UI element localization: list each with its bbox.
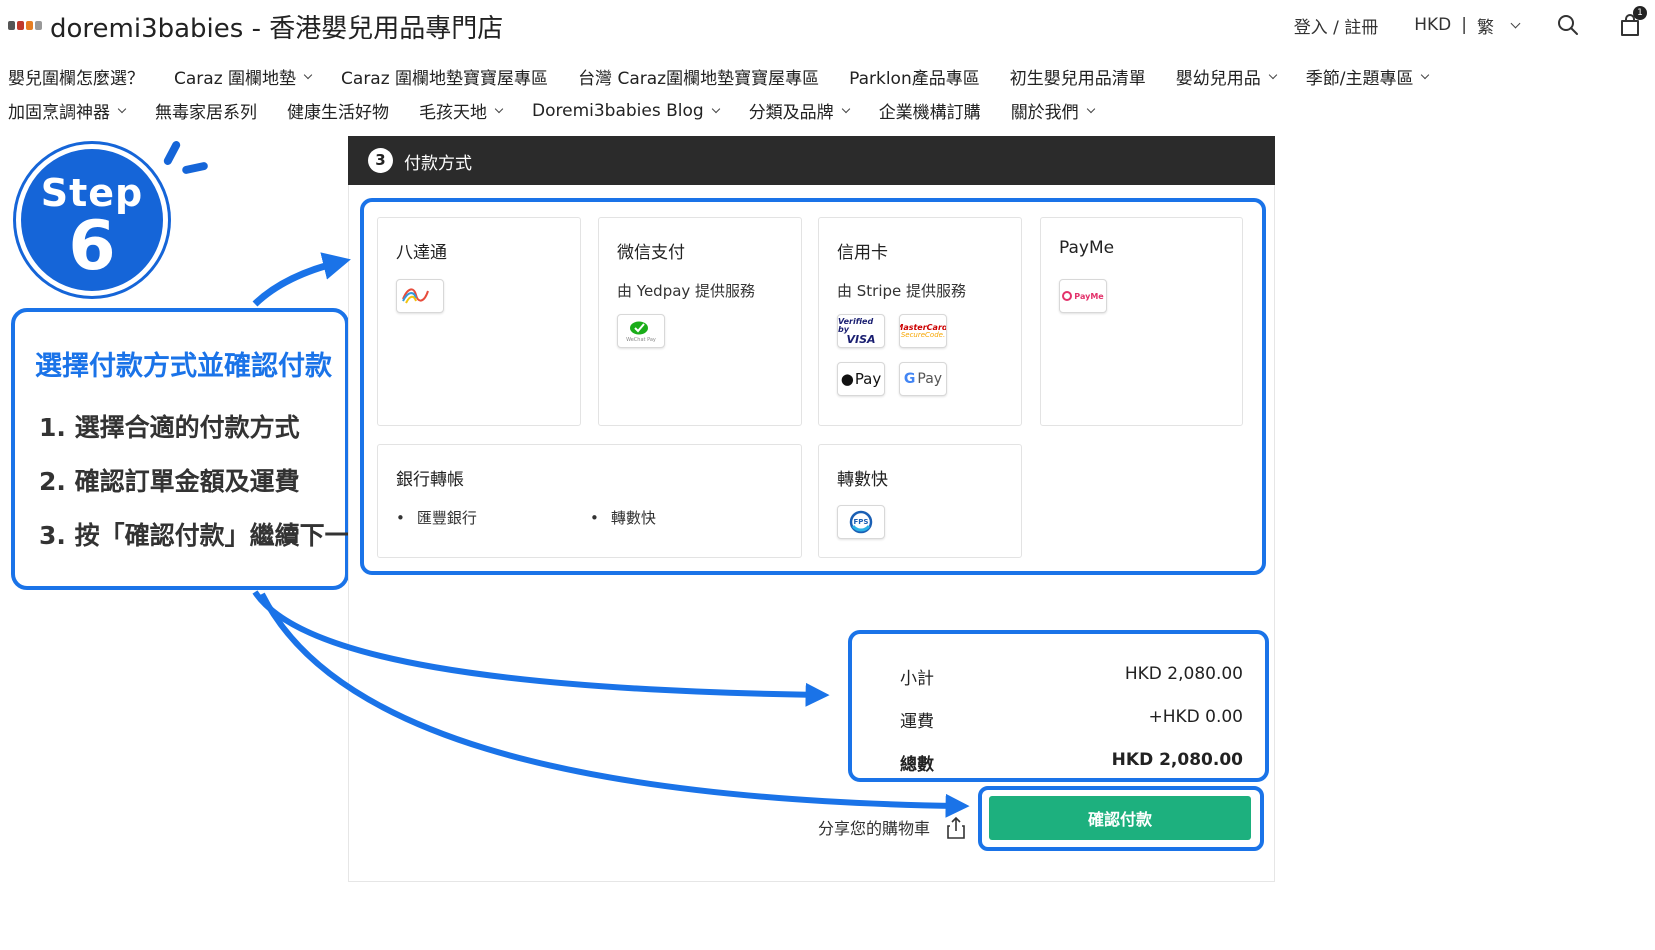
nav-item-label: 毛孩天地 bbox=[419, 103, 487, 123]
currency-label: HKD bbox=[1414, 15, 1452, 35]
nav-item[interactable]: 無毒家居系列 bbox=[155, 98, 257, 123]
nav-item-label: 加固烹調神器 bbox=[8, 103, 110, 123]
language-label: 繁 bbox=[1477, 17, 1494, 38]
chevron-down-icon bbox=[1268, 70, 1277, 80]
arrow-to-payment-methods bbox=[252, 252, 351, 307]
nav-item[interactable]: 分類及品牌 bbox=[748, 98, 850, 123]
chevron-down-icon bbox=[494, 104, 504, 114]
main-nav-row-2: 加固烹調神器 無毒家居系列 健康生活好物 毛孩天地 Doremi3babies Blog… bbox=[8, 98, 1095, 123]
instruction-box: 選擇付款方式並確認付款 1. 選擇合適的付款方式 2. 確認訂單金額及運費 3.… bbox=[11, 308, 375, 590]
nav-item-label: 健康生活好物 bbox=[287, 103, 389, 123]
nav-item[interactable]: Caraz 圍欄地墊寶寶屋專區 bbox=[341, 64, 548, 89]
search-icon bbox=[1558, 15, 1578, 35]
nav-item[interactable]: 毛孩天地 bbox=[419, 98, 504, 123]
top-right-actions: 登入 / 註冊 HKD | 繁 1 bbox=[1294, 6, 1647, 40]
nav-item[interactable]: Caraz 圍欄地墊 bbox=[174, 64, 313, 89]
cart-count-badge: 1 bbox=[1633, 6, 1647, 20]
nav-item[interactable]: 健康生活好物 bbox=[287, 98, 389, 123]
step-number: 6 bbox=[68, 207, 116, 286]
nav-item-label: 企業機構訂購 bbox=[878, 103, 981, 123]
payment-section-title: 付款方式 bbox=[404, 154, 472, 174]
section-step-number: 3 bbox=[368, 148, 393, 173]
nav-item[interactable]: 企業機構訂購 bbox=[879, 98, 981, 123]
nav-item-label: 台灣 Caraz圍欄地墊寶寶屋專區 bbox=[578, 69, 820, 89]
nav-item-label: Parklon產品專區 bbox=[849, 69, 980, 89]
chevron-down-icon bbox=[117, 104, 127, 114]
nav-item-label: 關於我們 bbox=[1010, 103, 1079, 123]
nav-item[interactable]: 嬰幼兒用品 bbox=[1175, 64, 1277, 89]
nav-item[interactable]: 季節/主題專區 bbox=[1305, 64, 1430, 89]
currency-language-selector[interactable]: HKD | 繁 bbox=[1414, 13, 1521, 38]
instruction-title: 選擇付款方式並確認付款 bbox=[35, 351, 332, 382]
instruction-step: 3. 按「確認付款」繼續下一步 bbox=[39, 521, 375, 550]
site-logo[interactable] bbox=[8, 16, 42, 34]
payment-section-header bbox=[348, 136, 1275, 185]
payment-methods-highlight bbox=[360, 198, 1266, 575]
top-bar: doremi3babies - 香港嬰兒用品專門店 登入 / 註冊 HKD | … bbox=[0, 0, 1655, 50]
nav-item-label: Caraz 圍欄地墊 bbox=[174, 69, 297, 89]
nav-item-label: 嬰兒圍欄怎麼選？ bbox=[8, 69, 144, 89]
nav-item-label: 嬰幼兒用品 bbox=[1175, 69, 1261, 89]
share-icon[interactable] bbox=[946, 816, 966, 840]
step-badge: Step 6 bbox=[16, 144, 168, 296]
nav-item-label: 季節/主題專區 bbox=[1305, 69, 1414, 89]
instruction-step: 1. 選擇合適的付款方式 bbox=[39, 413, 300, 442]
nav-item-label: 無毒家居系列 bbox=[155, 103, 257, 123]
cart-button[interactable]: 1 bbox=[1617, 6, 1647, 38]
nav-item[interactable]: 嬰兒圍欄怎麼選？ bbox=[8, 64, 144, 89]
separator: | bbox=[1461, 15, 1467, 35]
confirm-payment-button[interactable]: 確認付款 bbox=[989, 796, 1251, 840]
chevron-down-icon bbox=[841, 104, 850, 114]
nav-item[interactable]: 關於我們 bbox=[1010, 98, 1095, 123]
nav-item-label: Caraz 圍欄地墊寶寶屋專區 bbox=[341, 69, 549, 89]
nav-item[interactable]: Parklon產品專區 bbox=[849, 64, 980, 89]
site-title[interactable]: doremi3babies - 香港嬰兒用品專門店 bbox=[50, 8, 503, 45]
login-link[interactable]: 登入 / 註冊 bbox=[1294, 13, 1379, 38]
instruction-step: 2. 確認訂單金額及運費 bbox=[39, 467, 300, 496]
nav-item-label: Doremi3babies Blog bbox=[532, 100, 704, 121]
nav-item-label: 初生嬰兒用品清單 bbox=[1009, 69, 1146, 89]
chevron-down-icon bbox=[303, 70, 313, 80]
search-button[interactable] bbox=[1555, 12, 1581, 38]
chevron-down-icon bbox=[1086, 104, 1095, 114]
badge-spark-decoration bbox=[181, 161, 209, 175]
share-cart-link[interactable]: 分享您的購物車 bbox=[818, 815, 930, 839]
main-nav-row-1: 嬰兒圍欄怎麼選？ Caraz 圍欄地墊 Caraz 圍欄地墊寶寶屋專區 台灣 Cara… bbox=[8, 64, 1430, 89]
chevron-down-icon bbox=[1510, 18, 1521, 28]
order-summary-highlight bbox=[848, 630, 1269, 782]
badge-spark-decoration bbox=[162, 139, 182, 167]
nav-item[interactable]: 初生嬰兒用品清單 bbox=[1010, 64, 1146, 89]
chevron-down-icon bbox=[711, 104, 720, 114]
nav-item[interactable]: Doremi3babies Blog bbox=[532, 98, 720, 123]
chevron-down-icon bbox=[1421, 70, 1430, 80]
nav-item[interactable]: 加固烹調神器 bbox=[8, 98, 127, 123]
nav-item[interactable]: 台灣 Caraz圍欄地墊寶寶屋專區 bbox=[578, 64, 819, 89]
nav-item-label: 分類及品牌 bbox=[748, 103, 834, 123]
